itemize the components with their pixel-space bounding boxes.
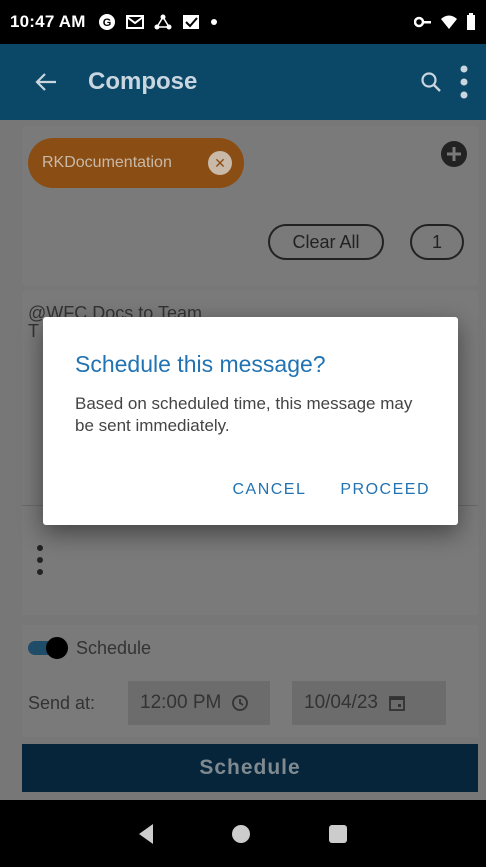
system-nav-bar [0, 800, 486, 867]
cancel-button[interactable]: CANCEL [232, 481, 306, 499]
nav-back-icon[interactable] [139, 823, 154, 844]
dialog-title: Schedule this message? [75, 351, 326, 377]
dialog-body: Based on scheduled time, this message ma… [75, 394, 413, 435]
schedule-confirm-dialog: Schedule this message? Based on schedule… [43, 317, 458, 525]
proceed-button[interactable]: PROCEED [340, 481, 430, 499]
dialog-actions: CANCEL PROCEED [232, 481, 430, 499]
nav-recents-icon[interactable] [328, 824, 347, 843]
nav-home-icon[interactable] [231, 824, 250, 843]
